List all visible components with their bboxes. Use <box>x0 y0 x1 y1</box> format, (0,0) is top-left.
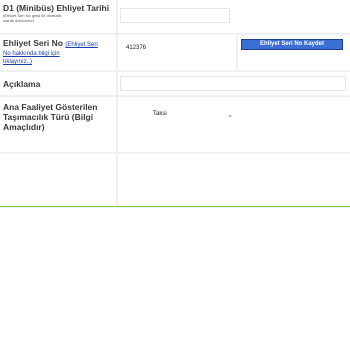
license-serial-info-link-b[interactable]: No hakkında bilgi için <box>3 50 116 58</box>
license-serial-row: Ehliyet Seri No (Ehliyet Seri No hakkınd… <box>0 35 350 70</box>
activity-label-line3: Amaçlıdır) <box>3 122 45 132</box>
license-serial-label: Ehliyet Seri No (Ehliyet Seri <box>3 38 116 50</box>
d1-date-label-cell: D1 (Minibüs) Ehliyet Tarihi (Ehliyet Ser… <box>0 0 116 33</box>
description-field[interactable] <box>120 76 346 91</box>
license-form: D1 (Minibüs) Ehliyet Tarihi (Ehliyet Ser… <box>0 0 350 208</box>
chevron-down-icon[interactable]: ⌄ <box>227 111 233 119</box>
d1-date-row: D1 (Minibüs) Ehliyet Tarihi (Ehliyet Ser… <box>0 0 350 33</box>
section-divider <box>0 206 350 207</box>
description-row: Açıklama <box>0 72 350 95</box>
d1-date-label: D1 (Minibüs) Ehliyet Tarihi <box>3 3 110 13</box>
activity-selected-value: Taksi <box>153 111 167 117</box>
save-license-serial-button[interactable]: Ehliyet Seri No Kaydet <box>241 39 343 50</box>
d1-date-input-cell <box>118 0 350 33</box>
description-label-cell: Açıklama <box>0 72 116 95</box>
license-serial-button-cell: Ehliyet Seri No Kaydet <box>238 35 350 70</box>
license-serial-input-cell[interactable]: 412376 <box>118 35 236 70</box>
license-serial-value[interactable]: 412376 <box>126 45 146 51</box>
activity-select[interactable]: Taksi ⌄ <box>118 97 350 152</box>
activity-label-cell: Ana Faaliyet Gösterilen Taşımacılık Türü… <box>0 97 116 152</box>
description-label: Açıklama <box>3 79 41 89</box>
license-serial-info-link-a[interactable]: (Ehliyet Seri <box>65 42 97 48</box>
license-serial-label-cell: Ehliyet Seri No (Ehliyet Seri No hakkınd… <box>0 35 116 70</box>
license-serial-label-text: Ehliyet Seri No <box>3 38 63 48</box>
activity-row: Ana Faaliyet Gösterilen Taşımacılık Türü… <box>0 97 350 152</box>
empty-right-cell <box>118 154 350 206</box>
description-input-cell <box>118 72 350 95</box>
empty-row <box>0 154 350 206</box>
activity-label-line2: Taşımacılık Türü (Bilgi <box>3 112 94 122</box>
empty-left-cell <box>0 154 116 206</box>
d1-date-note: (Ehliyet Seri No girişi ile otomatik ola… <box>3 13 62 23</box>
d1-date-field[interactable] <box>120 8 230 23</box>
license-serial-info-link-c[interactable]: tıklayınız..) <box>3 58 116 66</box>
activity-label-line1: Ana Faaliyet Gösterilen <box>3 102 98 112</box>
